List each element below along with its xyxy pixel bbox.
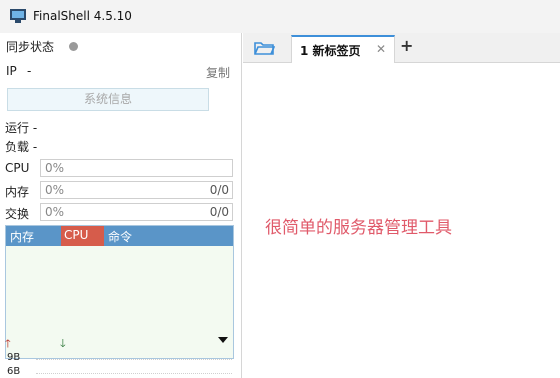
swap-label: 交换 <box>5 207 30 221</box>
title-bar: FinalShell 4.5.10 <box>0 0 560 33</box>
memory-label: 内存 <box>5 185 30 199</box>
close-icon[interactable]: ✕ <box>376 42 386 56</box>
finalshell-logo-icon <box>10 9 26 23</box>
memory-percent: 0% <box>45 183 65 197</box>
cpu-percent: 0% <box>45 161 65 175</box>
network-grid-line <box>36 373 232 374</box>
swap-usage-bar: 0% 0/0 <box>40 203 233 221</box>
load-label: 负载 - <box>5 140 38 154</box>
copy-ip-button[interactable]: 复制 <box>206 64 230 81</box>
terminal-content-area[interactable]: 很简单的服务器管理工具 <box>243 63 560 378</box>
process-table-header: 内存 CPU 命令 <box>6 226 233 246</box>
folder-icon[interactable] <box>253 39 275 57</box>
cpu-usage-bar: 0% <box>40 159 233 177</box>
network-scale-high: 9B <box>7 352 21 363</box>
swap-total: 0/0 <box>209 205 229 219</box>
arrow-down-icon: 🡓 <box>60 337 66 350</box>
memory-usage-bar: 0% 0/0 <box>40 181 233 199</box>
system-info-button[interactable]: 系统信息 <box>7 88 209 111</box>
memory-total: 0/0 <box>209 183 229 197</box>
sync-status-label: 同步状态 <box>6 40 55 54</box>
chevron-down-icon[interactable] <box>218 337 228 343</box>
network-scale-low: 6B <box>7 366 21 377</box>
annotation-text: 很简单的服务器管理工具 <box>265 218 452 238</box>
column-header-memory[interactable]: 内存 <box>10 228 34 245</box>
network-grid-line <box>36 359 232 360</box>
tab-new-tab[interactable]: 1 新标签页 ✕ <box>291 35 395 63</box>
uptime-label: 运行 - <box>5 121 38 135</box>
window-title: FinalShell 4.5.10 <box>33 9 132 23</box>
column-header-command[interactable]: 命令 <box>108 228 132 245</box>
sidebar: 同步状态 IP - 复制 系统信息 运行 - 负载 - CPU 0% 内存 0%… <box>0 33 242 378</box>
tab-bar: 1 新标签页 ✕ + <box>243 33 560 63</box>
ip-value: - <box>27 64 32 78</box>
sync-status-dot <box>69 42 78 51</box>
tab-label: 1 新标签页 <box>300 44 361 58</box>
add-tab-icon[interactable]: + <box>400 36 413 55</box>
ip-label: IP <box>6 64 17 78</box>
process-table[interactable]: 内存 CPU 命令 <box>5 225 234 359</box>
cpu-label: CPU <box>5 161 30 175</box>
column-header-cpu[interactable]: CPU <box>64 228 88 242</box>
swap-percent: 0% <box>45 205 65 219</box>
